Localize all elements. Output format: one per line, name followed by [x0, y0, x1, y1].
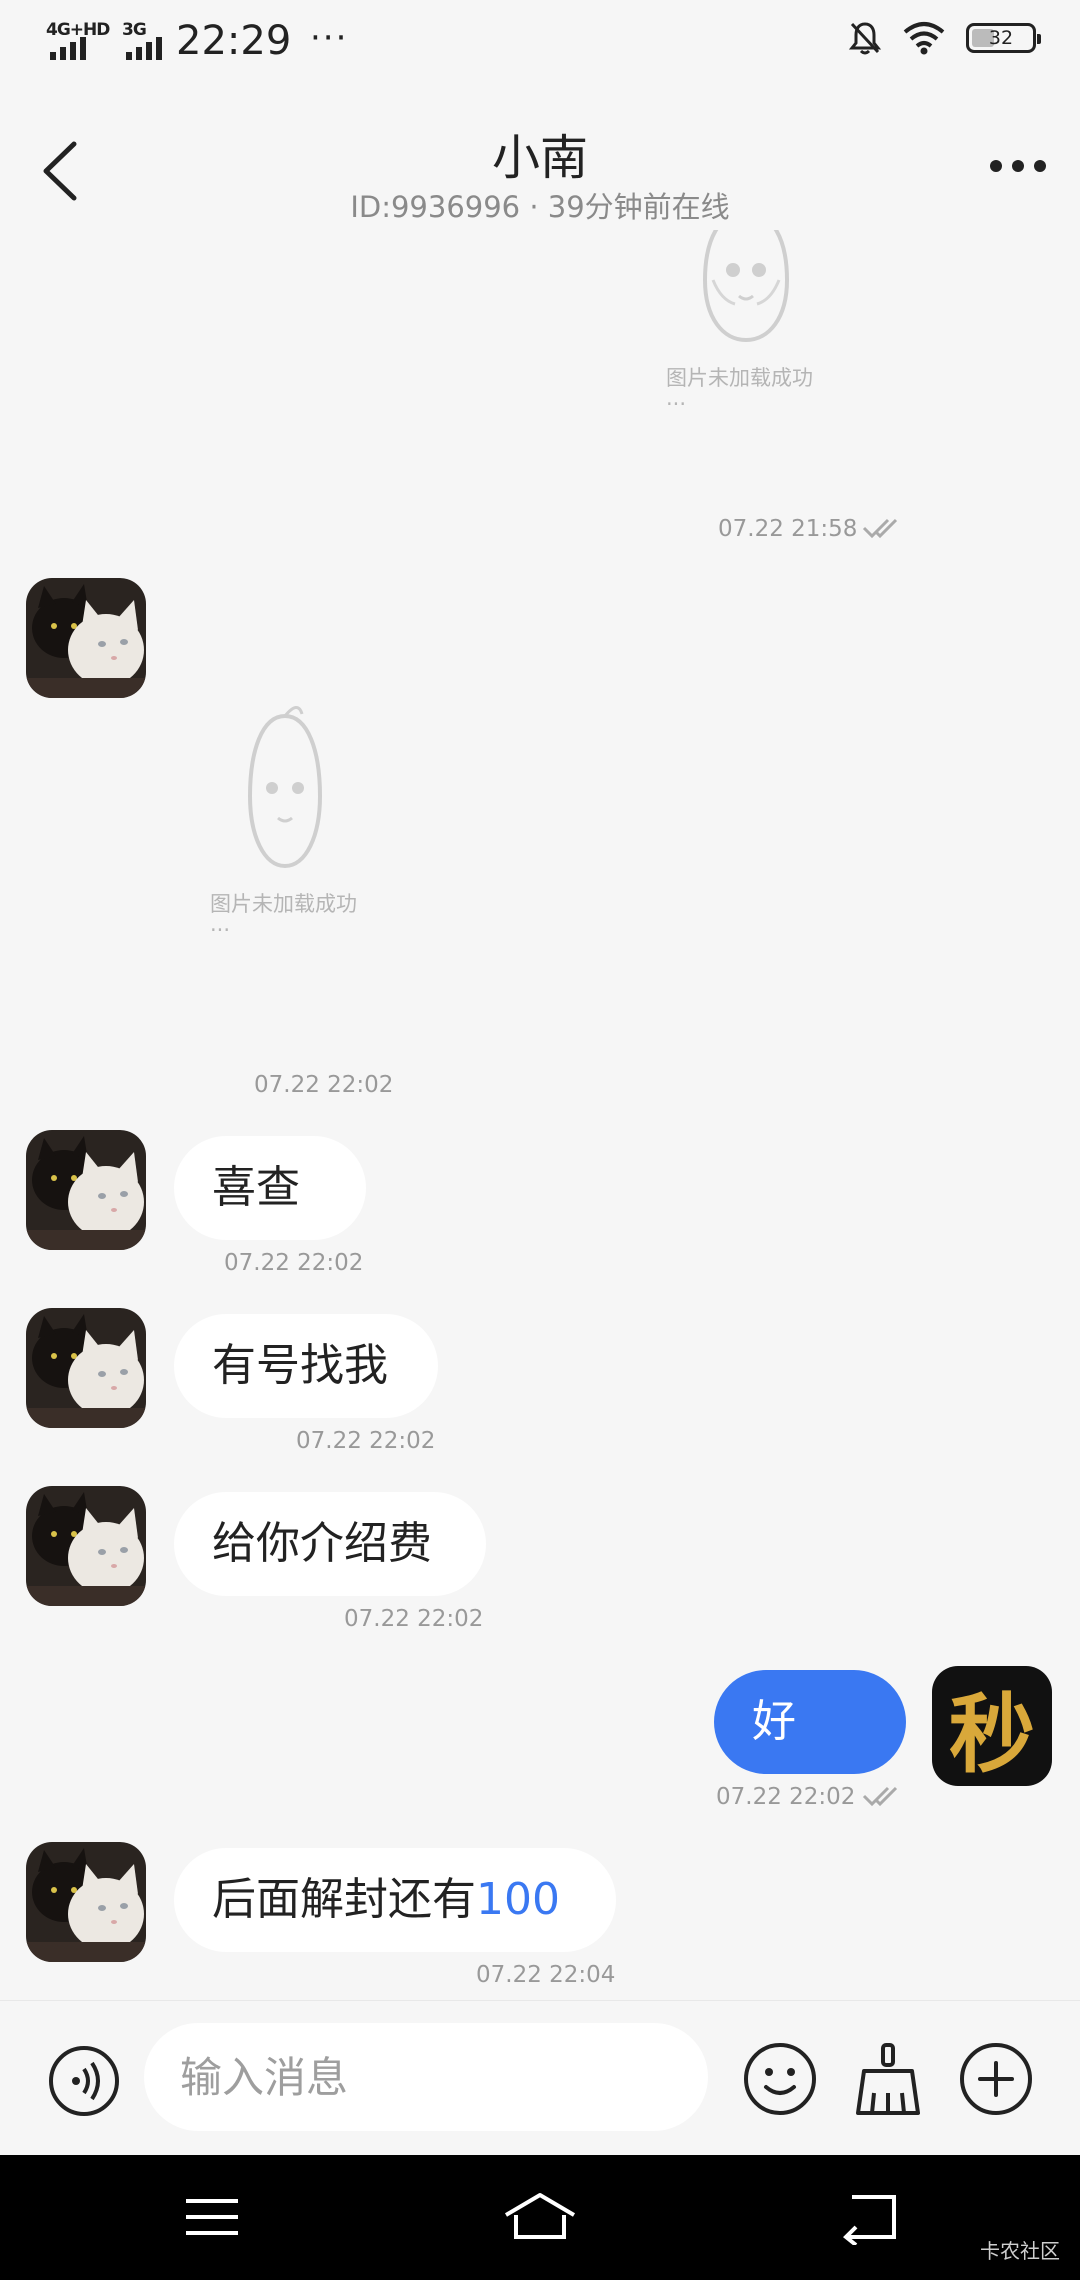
message-list[interactable]: 图片未加载成功··· 07.22 21:58 图片未加载成功··· 07.22 … — [0, 230, 1080, 2000]
back-nav-icon[interactable] — [838, 2189, 902, 2245]
signal-4g-icon: 4G+HD — [46, 20, 110, 60]
message-bubble[interactable]: 有号找我 — [174, 1314, 438, 1418]
cat-avatar-icon — [26, 1842, 146, 1962]
self-avatar[interactable]: 秒 — [932, 1666, 1052, 1786]
message-time: 07.22 22:02 — [344, 1606, 484, 1632]
read-check-icon — [862, 518, 898, 539]
message-time: 07.22 22:02 — [716, 1784, 856, 1810]
status-time: 22:29 — [176, 18, 292, 64]
cat-avatar-icon — [26, 578, 146, 698]
home-icon[interactable] — [502, 2189, 578, 2245]
signal-3g-icon: 3G — [122, 20, 184, 60]
more-icon[interactable] — [990, 156, 1050, 176]
image-load-failed-icon — [702, 230, 790, 343]
image-load-failed-icon — [247, 706, 323, 869]
contact-avatar[interactable] — [26, 1486, 146, 1606]
contact-avatar[interactable] — [26, 578, 146, 698]
battery-icon: 32 — [966, 23, 1041, 53]
contact-avatar[interactable] — [26, 1842, 146, 1962]
cat-avatar-icon — [26, 1486, 146, 1606]
cat-avatar-icon — [26, 1308, 146, 1428]
contact-avatar[interactable] — [26, 1130, 146, 1250]
contact-status: ID:9936996 · 39分钟前在线 — [350, 190, 730, 224]
message-time: 07.22 22:02 — [254, 1072, 394, 1098]
message-bubble[interactable]: 给你介绍费 — [174, 1492, 486, 1596]
system-nav-bar: 卡农社区 — [0, 2155, 1080, 2280]
message-time: 07.22 22:02 — [224, 1250, 364, 1276]
voice-icon[interactable] — [48, 2045, 120, 2117]
message-number-highlight: 100 — [476, 1874, 560, 1925]
message-time: 07.22 21:58 — [718, 516, 858, 542]
input-bar — [0, 2000, 1080, 2156]
image-placeholder[interactable]: 图片未加载成功··· — [666, 230, 826, 416]
status-bar: 4G+HD 3G 22:29 ··· 32 — [0, 0, 1080, 80]
status-overflow: ··· — [310, 18, 349, 58]
wifi-icon — [903, 22, 945, 55]
message-input[interactable] — [144, 2023, 708, 2131]
contact-avatar[interactable] — [26, 1308, 146, 1428]
message-bubble[interactable]: 后面解封还有100 — [174, 1848, 616, 1952]
message-text: 后面解封还有 — [212, 1874, 476, 1925]
add-icon[interactable] — [958, 2041, 1034, 2117]
message-bubble[interactable]: 喜查 — [174, 1136, 366, 1240]
network-indicators: 4G+HD 3G — [46, 20, 184, 60]
message-bubble-outgoing[interactable]: 好 — [714, 1670, 906, 1774]
image-placeholder[interactable]: 图片未加载成功··· — [210, 696, 360, 942]
bell-off-icon — [848, 22, 882, 55]
emoji-icon[interactable] — [742, 2041, 818, 2117]
chat-header: 小南 ID:9936996 · 39分钟前在线 — [0, 80, 1080, 230]
read-check-icon — [862, 1786, 898, 1807]
clean-broom-icon[interactable] — [850, 2041, 926, 2117]
contact-name: 小南 — [491, 130, 588, 186]
image-caption: 图片未加载成功··· — [210, 892, 357, 942]
watermark: 卡农社区 — [980, 2239, 1060, 2263]
message-time: 07.22 22:02 — [296, 1428, 436, 1454]
message-time: 07.22 22:04 — [476, 1962, 616, 1988]
menu-icon[interactable] — [180, 2189, 244, 2245]
cat-avatar-icon — [26, 1130, 146, 1250]
image-caption: 图片未加载成功··· — [666, 366, 813, 416]
